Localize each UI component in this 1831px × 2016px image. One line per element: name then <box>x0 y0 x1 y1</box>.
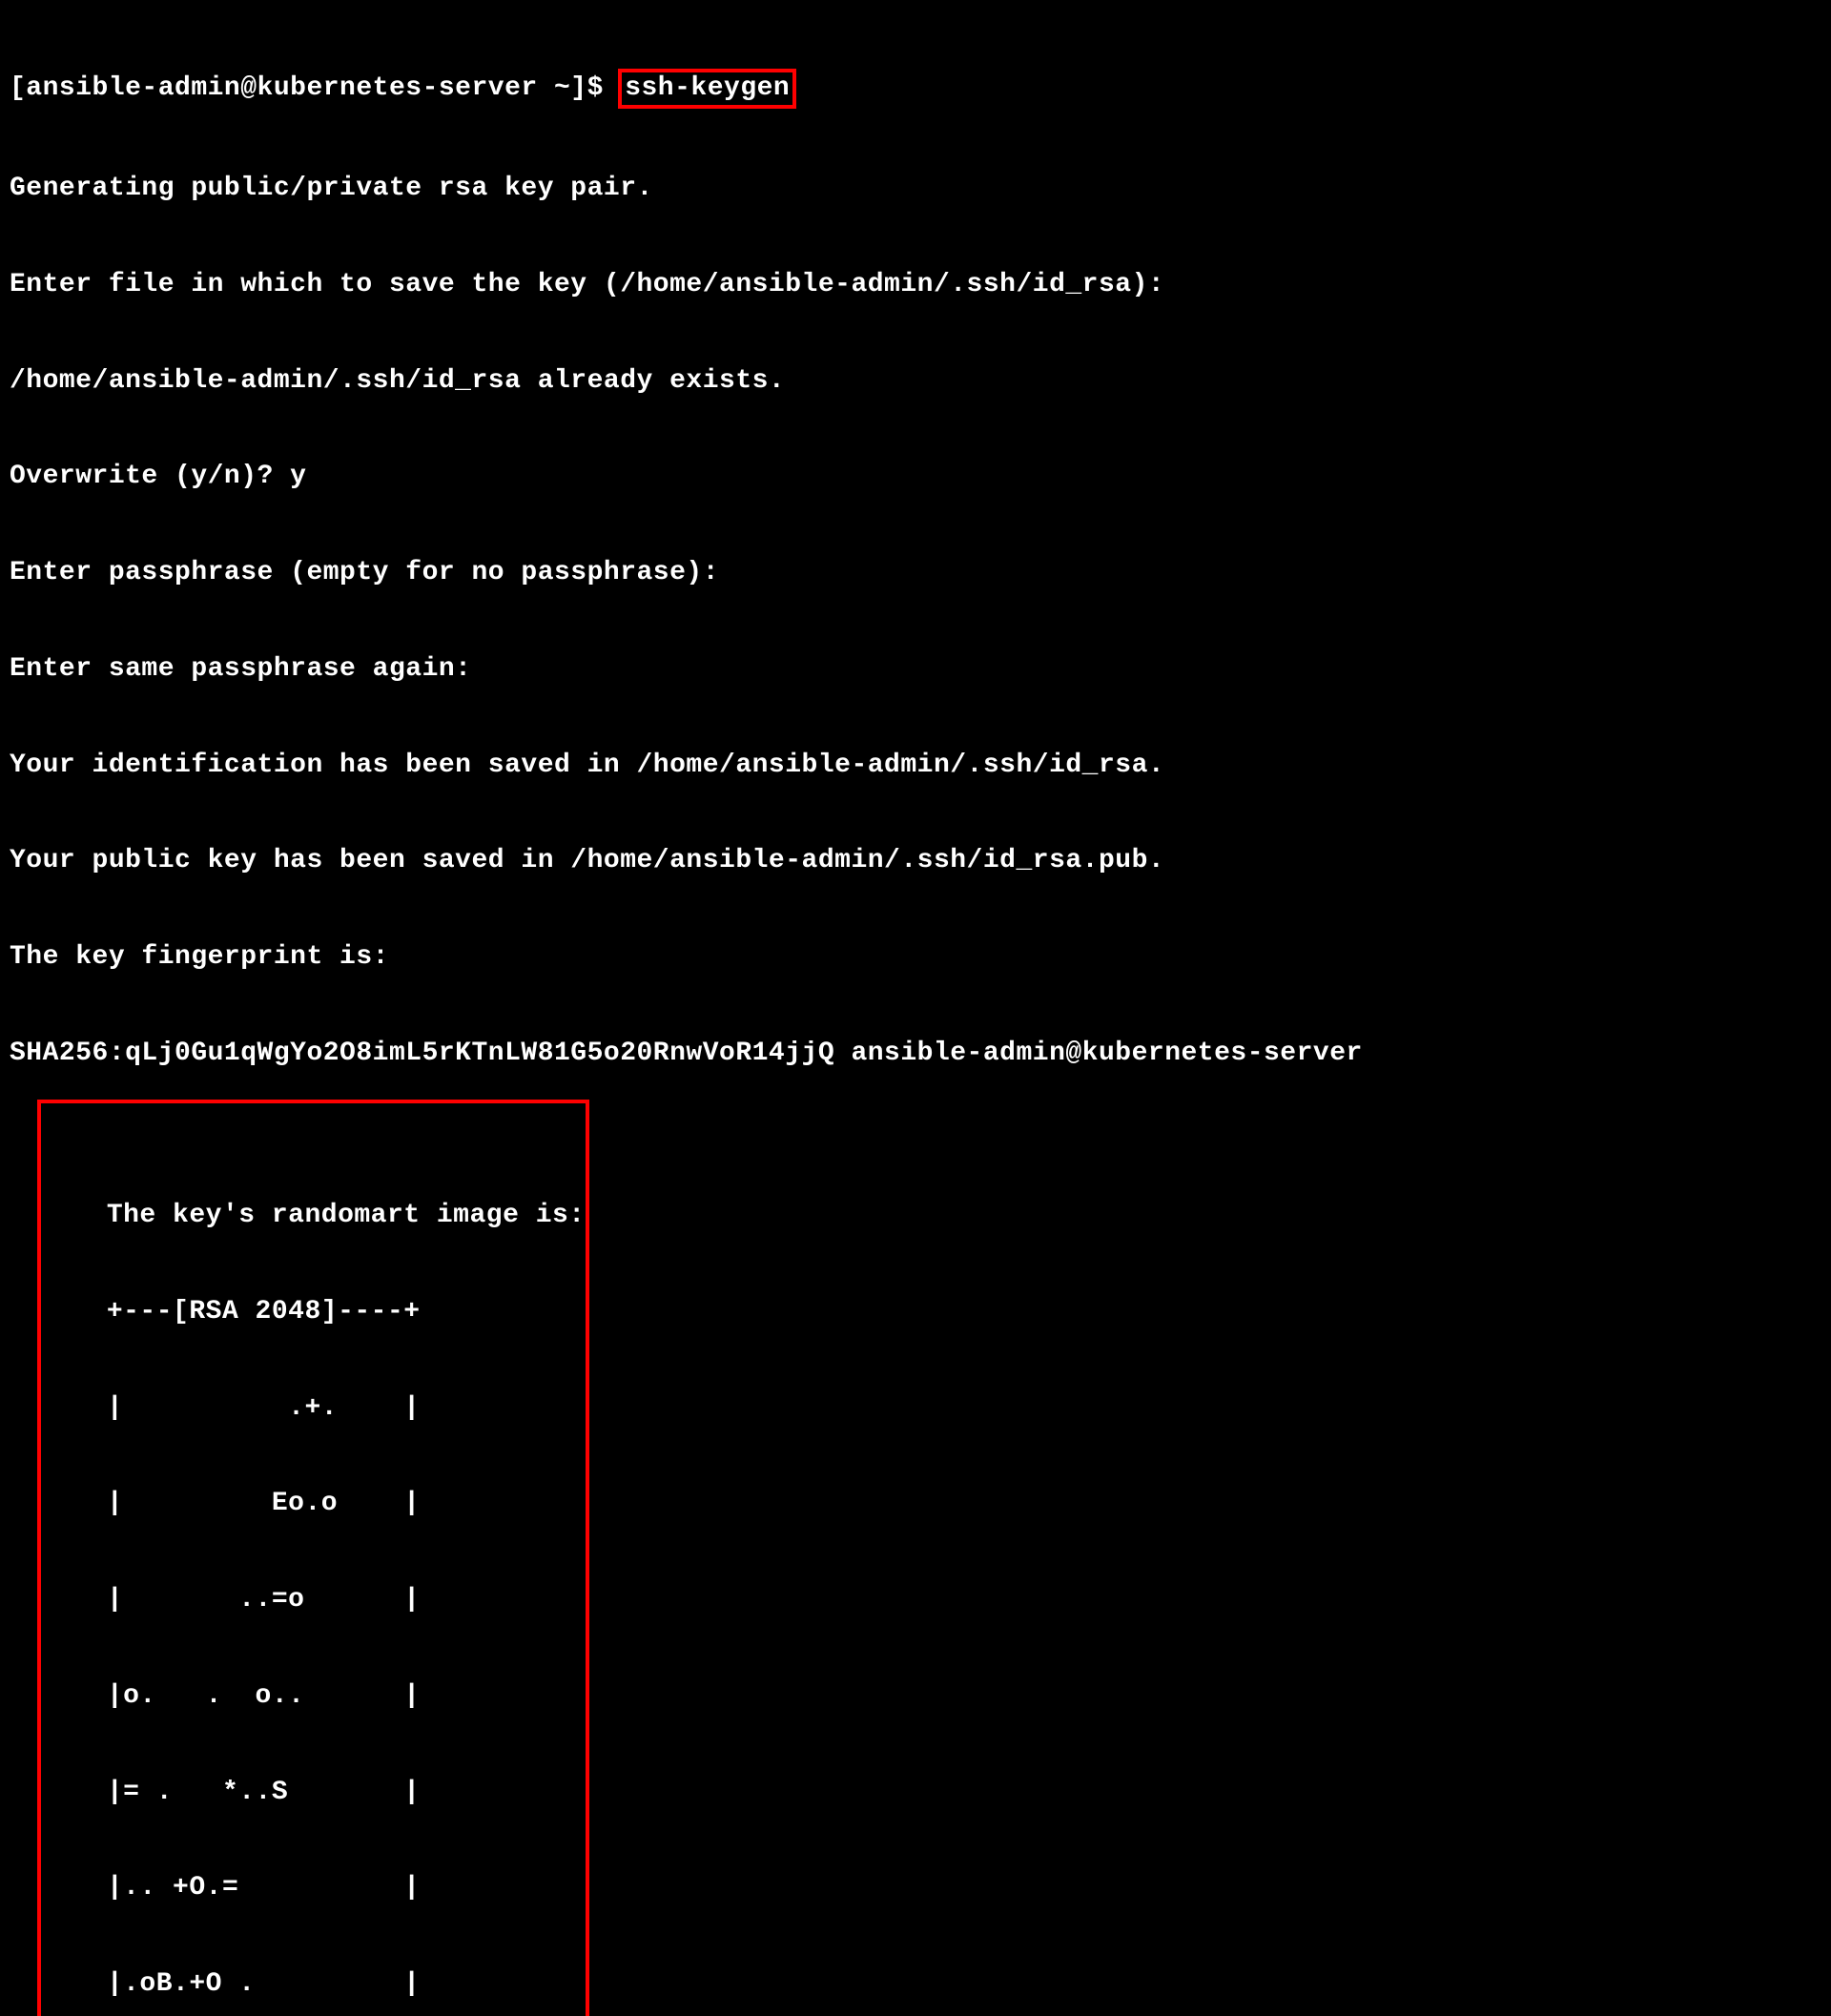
randomart-line: |= . *..S | <box>107 1777 586 1809</box>
randomart-line: |.oB.+O . | <box>107 1968 586 2001</box>
randomart-line: | .+. | <box>107 1392 586 1425</box>
output-line: Your public key has been saved in /home/… <box>10 845 1821 877</box>
randomart-highlight: The key's randomart image is: +---[RSA 2… <box>37 1100 589 2016</box>
output-line: Enter file in which to save the key (/ho… <box>10 269 1821 301</box>
randomart-line: |o. . o.. | <box>107 1680 586 1713</box>
randomart-header: The key's randomart image is: <box>107 1200 586 1232</box>
output-line: /home/ansible-admin/.ssh/id_rsa already … <box>10 365 1821 398</box>
command-line: [ansible-admin@kubernetes-server ~]$ ssh… <box>10 69 1821 109</box>
command-highlight: ssh-keygen <box>618 69 796 109</box>
output-line: SHA256:qLj0Gu1qWgYo2O8imL5rKTnLW81G5o20R… <box>10 1038 1821 1070</box>
output-line: Enter passphrase (empty for no passphras… <box>10 557 1821 589</box>
output-line: Overwrite (y/n)? y <box>10 461 1821 493</box>
randomart-line: | Eo.o | <box>107 1488 586 1520</box>
output-line: Enter same passphrase again: <box>10 653 1821 686</box>
randomart-line: |.. +O.= | <box>107 1872 586 1904</box>
randomart-box: The key's randomart image is: +---[RSA 2… <box>107 1136 586 2016</box>
output-line: Generating public/private rsa key pair. <box>10 173 1821 205</box>
ssh-keygen-command: ssh-keygen <box>625 73 790 103</box>
terminal-window[interactable]: [ansible-admin@kubernetes-server ~]$ ssh… <box>10 5 1821 2016</box>
randomart-line: | ..=o | <box>107 1584 586 1616</box>
shell-prompt: [ansible-admin@kubernetes-server ~]$ <box>10 73 620 103</box>
output-line: The key fingerprint is: <box>10 941 1821 974</box>
output-line: Your identification has been saved in /h… <box>10 750 1821 782</box>
randomart-line: +---[RSA 2048]----+ <box>107 1296 586 1328</box>
